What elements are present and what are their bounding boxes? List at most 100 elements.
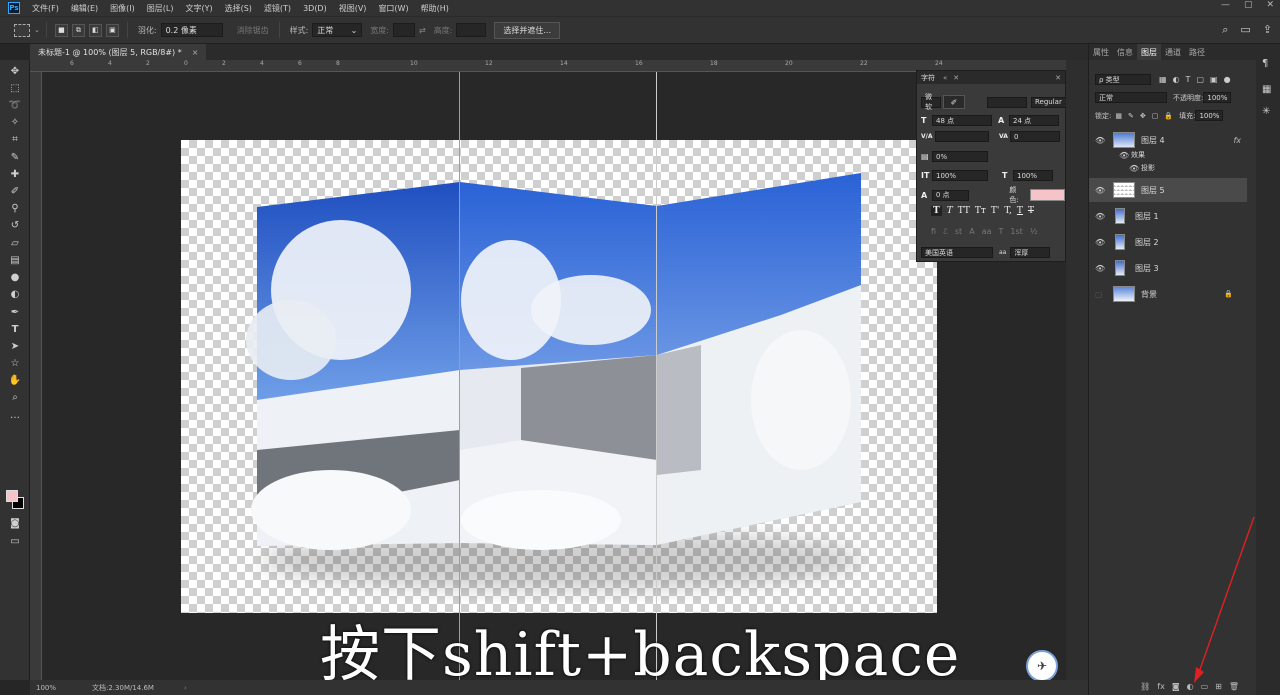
tab-layers[interactable]: 图层 <box>1137 44 1161 60</box>
visibility-box-icon[interactable]: ▢ <box>1095 290 1107 299</box>
effects-eye-icon[interactable]: 👁 <box>1119 151 1131 160</box>
faux-italic-icon[interactable]: T <box>947 206 953 216</box>
fractions-icon[interactable]: 1st <box>1010 227 1022 236</box>
path-selection-icon[interactable]: ➤ <box>8 339 22 353</box>
status-arrow-icon[interactable]: › <box>184 684 187 692</box>
screen-mode-icon[interactable]: ▭ <box>8 534 22 548</box>
marquee-tool-icon[interactable]: ⬚ <box>8 81 22 95</box>
marquee-tool-icon[interactable] <box>14 23 30 37</box>
blur-tool-icon[interactable]: ● <box>8 270 22 284</box>
visibility-eye-icon[interactable]: 👁 <box>1095 136 1107 145</box>
menu-window[interactable]: 窗口(W) <box>372 3 414 14</box>
close-panel-icon[interactable]: ✕ <box>1055 74 1061 82</box>
menu-select[interactable]: 选择(S) <box>219 3 258 14</box>
filter-toggle-icon[interactable]: ● <box>1224 75 1231 84</box>
swap-icon[interactable]: ⇄ <box>419 26 426 35</box>
floating-assistant-icon[interactable]: ✈ <box>1026 650 1058 682</box>
foreground-color-swatch[interactable] <box>6 490 18 502</box>
fill-input[interactable]: 100% <box>1195 110 1224 121</box>
document-canvas[interactable] <box>181 140 937 613</box>
minimize-button[interactable]: — <box>1221 0 1230 10</box>
superscript-icon[interactable]: T' <box>991 206 999 216</box>
lock-transparent-icon[interactable]: ▦ <box>1115 112 1122 120</box>
layer-row[interactable]: 👁 图层 2 <box>1089 230 1247 254</box>
layer-name[interactable]: 图层 4 <box>1141 135 1165 146</box>
stylistic-icon[interactable]: st <box>955 227 962 236</box>
smart-object-filter-icon[interactable]: ▣ <box>1210 75 1218 84</box>
shape-tool-icon[interactable]: ☆ <box>8 356 22 370</box>
antialias-select[interactable]: 浑厚 <box>1010 247 1051 258</box>
layer-name[interactable]: 图层 2 <box>1135 237 1159 248</box>
layer-row[interactable]: 👁 图层 1 <box>1089 204 1247 228</box>
magic-wand-tool-icon[interactable]: ✧ <box>8 115 22 129</box>
menu-image[interactable]: 图像(I) <box>104 3 141 14</box>
healing-brush-icon[interactable]: ✚ <box>8 167 22 181</box>
opacity-input[interactable]: 100% <box>1203 92 1232 103</box>
font-family-dropdown[interactable] <box>987 96 1027 108</box>
workspace-icon[interactable]: ▭ <box>1240 23 1250 37</box>
menu-edit[interactable]: 编辑(E) <box>65 3 104 14</box>
document-size[interactable]: 文档:2.30M/14.6M <box>92 683 154 693</box>
adjustments-icon[interactable]: ✳ <box>1262 106 1274 118</box>
layer-name[interactable]: 背景 <box>1141 289 1157 300</box>
close-panel-icon[interactable]: ✕ <box>953 74 959 82</box>
gray-guide-line[interactable] <box>656 72 657 680</box>
titling-icon[interactable]: A <box>969 227 974 236</box>
document-tab[interactable]: 未标题-1 @ 100% (图层 5, RGB/8#) * × <box>30 44 207 60</box>
brush-tool-icon[interactable]: ✐ <box>8 184 22 198</box>
cyan-guide-line[interactable] <box>459 72 460 680</box>
libraries-icon[interactable]: ▦ <box>1262 84 1274 96</box>
pixel-filter-icon[interactable]: ▦ <box>1159 75 1167 84</box>
type-filter-icon[interactable]: T <box>1186 75 1191 84</box>
gradient-tool-icon[interactable]: ▤ <box>8 253 22 267</box>
leading-input[interactable]: 24 点 <box>1009 115 1059 126</box>
new-selection-icon[interactable]: ■ <box>54 23 68 37</box>
dodge-tool-icon[interactable]: ◐ <box>8 287 22 301</box>
strikethrough-icon[interactable]: T <box>1028 206 1034 216</box>
crop-tool-icon[interactable]: ⌗ <box>8 132 22 146</box>
type-tool-icon[interactable]: T <box>8 322 22 336</box>
faux-bold-icon[interactable]: T <box>931 206 942 216</box>
add-selection-icon[interactable]: ⧉ <box>71 23 85 37</box>
drop-shadow-row[interactable]: 👁 投影 <box>1089 161 1247 175</box>
clone-stamp-icon[interactable]: ⚲ <box>8 201 22 215</box>
text-color-swatch[interactable] <box>1029 189 1065 201</box>
eyedropper-tool-icon[interactable]: ✎ <box>8 150 22 164</box>
menu-layer[interactable]: 图层(L) <box>141 3 180 14</box>
close-tab-icon[interactable]: × <box>192 48 199 57</box>
style-select[interactable]: 正常 ⌄ <box>312 23 363 37</box>
ordinal-icon[interactable]: aa <box>982 227 992 236</box>
paragraph-icon[interactable]: ¶ <box>1262 58 1274 70</box>
layer-row[interactable]: ▢ 背景 🔒 <box>1089 282 1247 306</box>
link-layers-icon[interactable]: ⛓ <box>1140 682 1150 691</box>
layer-name[interactable]: 图层 3 <box>1135 263 1159 274</box>
tool-preset-chevron-icon[interactable]: ⌄ <box>34 26 40 34</box>
share-icon[interactable]: ⇪ <box>1263 23 1272 37</box>
baseline-shift-input[interactable]: 0 点 <box>931 189 970 201</box>
tracking-input[interactable]: 0 <box>1010 131 1060 142</box>
tab-channels[interactable]: 通道 <box>1161 47 1185 58</box>
menu-view[interactable]: 视图(V) <box>333 3 373 14</box>
intersect-selection-icon[interactable]: ▣ <box>105 23 119 37</box>
proportional-spacing-input[interactable]: 0% <box>932 151 988 162</box>
drop-shadow-eye-icon[interactable]: 👁 <box>1129 164 1141 173</box>
menu-file[interactable]: 文件(F) <box>26 3 65 14</box>
visibility-eye-icon[interactable]: 👁 <box>1095 186 1107 195</box>
layer-name[interactable]: 图层 1 <box>1135 211 1159 222</box>
subscript-icon[interactable]: T, <box>1004 206 1012 216</box>
tab-paths[interactable]: 路径 <box>1185 47 1209 58</box>
layer-name[interactable]: 图层 5 <box>1141 185 1165 196</box>
blend-mode-select[interactable]: 正常 <box>1095 92 1167 103</box>
tab-info[interactable]: 信息 <box>1113 47 1137 58</box>
fraction-icon[interactable]: ½ <box>1030 227 1038 236</box>
close-button[interactable]: ✕ <box>1266 0 1274 10</box>
menu-filter[interactable]: 滤镜(T) <box>258 3 297 14</box>
antialias-checkbox[interactable]: 消除锯齿 <box>237 25 269 36</box>
lasso-tool-icon[interactable]: ➰ <box>8 98 22 112</box>
hand-tool-icon[interactable]: ✋ <box>8 373 22 387</box>
collapse-icon[interactable]: « <box>943 74 947 82</box>
horizontal-scale-input[interactable]: 100% <box>1013 170 1053 181</box>
move-tool-icon[interactable]: ✥ <box>8 64 22 78</box>
history-brush-icon[interactable]: ↺ <box>8 218 22 232</box>
language-select[interactable]: 美国英语 <box>921 247 993 258</box>
